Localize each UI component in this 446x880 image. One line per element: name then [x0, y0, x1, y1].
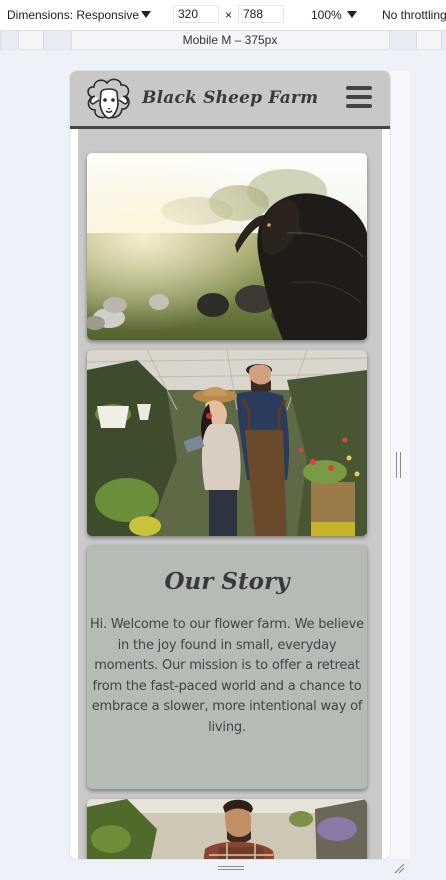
throttling-dropdown[interactable]: No throttling — [382, 8, 446, 22]
mq-segment-mobile-l-right[interactable] — [389, 31, 416, 49]
device-width-label: Mobile M – 375px — [182, 33, 278, 47]
zoom-caret-icon[interactable] — [347, 11, 357, 18]
site-header: Black Sheep Farm — [70, 71, 390, 129]
brand-name[interactable]: Black Sheep Farm — [142, 88, 318, 108]
devtools-toolbar: Dimensions: Responsive × 100% No throttl… — [0, 0, 446, 31]
mq-segment-mobile-s-right[interactable] — [441, 31, 446, 49]
greenhouse-couple-photo — [87, 350, 367, 536]
mq-segment-mobile-m-left[interactable] — [18, 31, 43, 49]
mq-segment-mobile-m-right[interactable] — [416, 31, 441, 49]
height-input[interactable] — [238, 5, 284, 23]
sheep-logo-icon[interactable] — [84, 77, 134, 123]
our-story-card: Our Story Hi. Welcome to our flower farm… — [87, 545, 367, 789]
resize-grip-icon[interactable] — [393, 862, 405, 874]
dimensions-dropdown[interactable]: Dimensions: Responsive — [7, 8, 139, 22]
width-resize-handle-icon[interactable] — [396, 452, 404, 478]
story-text: Hi. Welcome to our flower farm. We belie… — [90, 617, 364, 735]
device-viewport: Black Sheep Farm Our Story Hi. Welcome t… — [70, 71, 390, 859]
hamburger-menu-icon[interactable] — [346, 86, 372, 110]
dimensions-caret-icon[interactable] — [141, 11, 151, 18]
media-query-bar: Mobile M – 375px — [0, 31, 446, 50]
times-sign: × — [225, 8, 233, 22]
zoom-dropdown[interactable]: 100% — [311, 8, 342, 22]
story-title: Our Story — [164, 568, 290, 595]
gardener-photo — [87, 799, 367, 859]
height-resize-handle-icon[interactable] — [218, 866, 244, 872]
black-sheep-photo — [87, 153, 367, 340]
mq-segment-mobile-s[interactable] — [0, 31, 18, 49]
mq-segment-mobile-l-left[interactable] — [43, 31, 71, 49]
width-input[interactable] — [173, 5, 219, 23]
page-body: Our Story Hi. Welcome to our flower farm… — [78, 129, 382, 859]
